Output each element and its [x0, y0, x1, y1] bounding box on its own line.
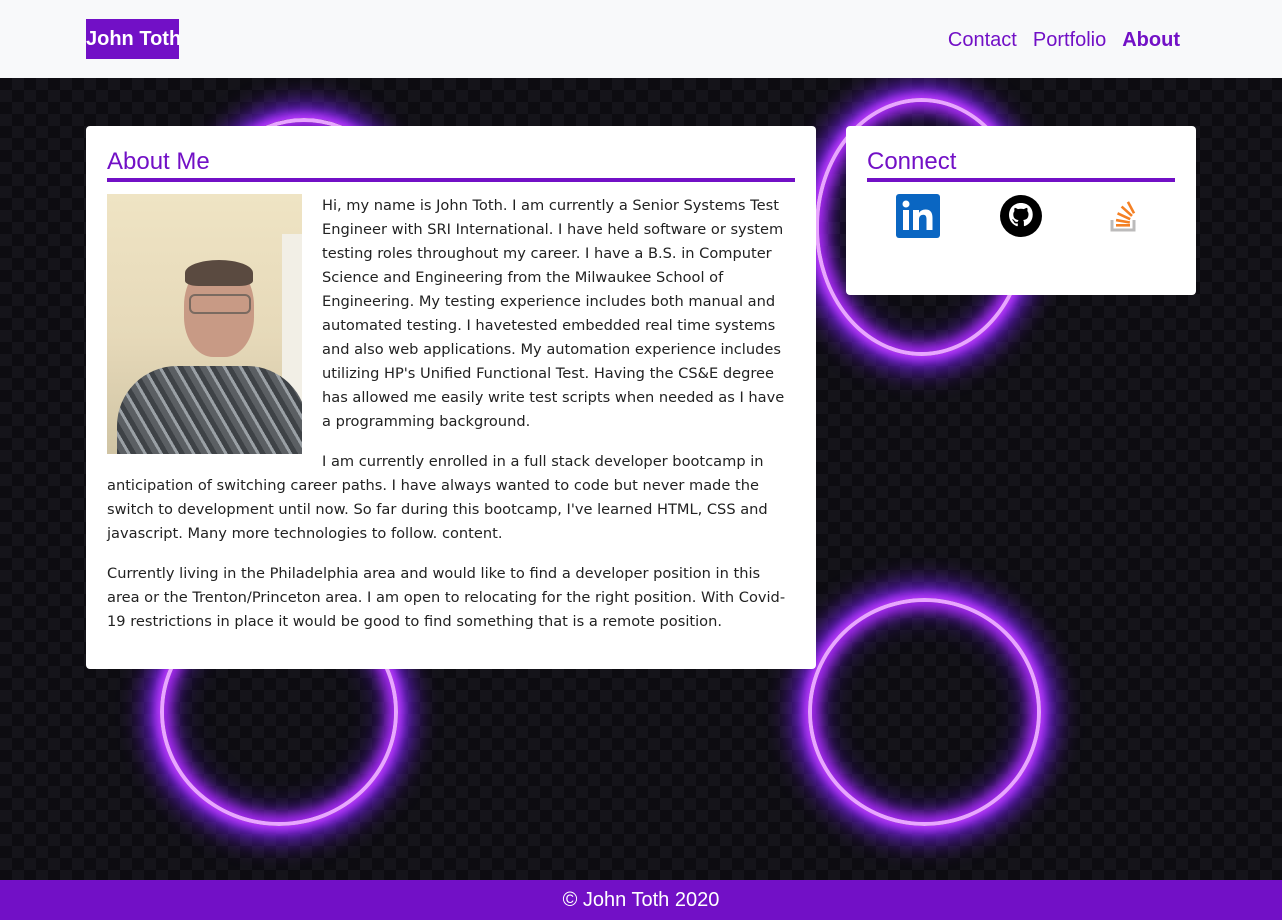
stackoverflow-icon[interactable]: [1102, 194, 1146, 238]
connect-heading: Connect: [867, 146, 1175, 182]
nav-link-portfolio[interactable]: Portfolio: [1033, 26, 1106, 54]
nav-links: Contact Portfolio About: [948, 26, 1180, 54]
linkedin-icon[interactable]: [896, 194, 941, 238]
about-paragraph-2: I am currently enrolled in a full stack …: [107, 453, 768, 542]
about-paragraph-3: Currently living in the Philadelphia are…: [107, 565, 786, 630]
github-icon[interactable]: [999, 194, 1043, 238]
nav-link-about[interactable]: About: [1122, 26, 1180, 54]
lightning-ring-bottom-right: [808, 598, 1041, 826]
brand-link[interactable]: John Toth: [86, 19, 179, 59]
social-links: [867, 194, 1175, 238]
navbar: John Toth Contact Portfolio About: [0, 0, 1282, 78]
nav-link-contact[interactable]: Contact: [948, 26, 1017, 54]
footer: © John Toth 2020: [0, 880, 1282, 920]
footer-copyright: © John Toth 2020: [562, 889, 720, 911]
about-body: Hi, my name is John Toth. I am currently…: [107, 194, 795, 634]
connect-card: Connect: [846, 126, 1196, 295]
about-heading: About Me: [107, 146, 795, 182]
profile-photo: [107, 194, 302, 454]
about-card: About Me Hi, my name is John Toth. I am …: [86, 126, 816, 669]
